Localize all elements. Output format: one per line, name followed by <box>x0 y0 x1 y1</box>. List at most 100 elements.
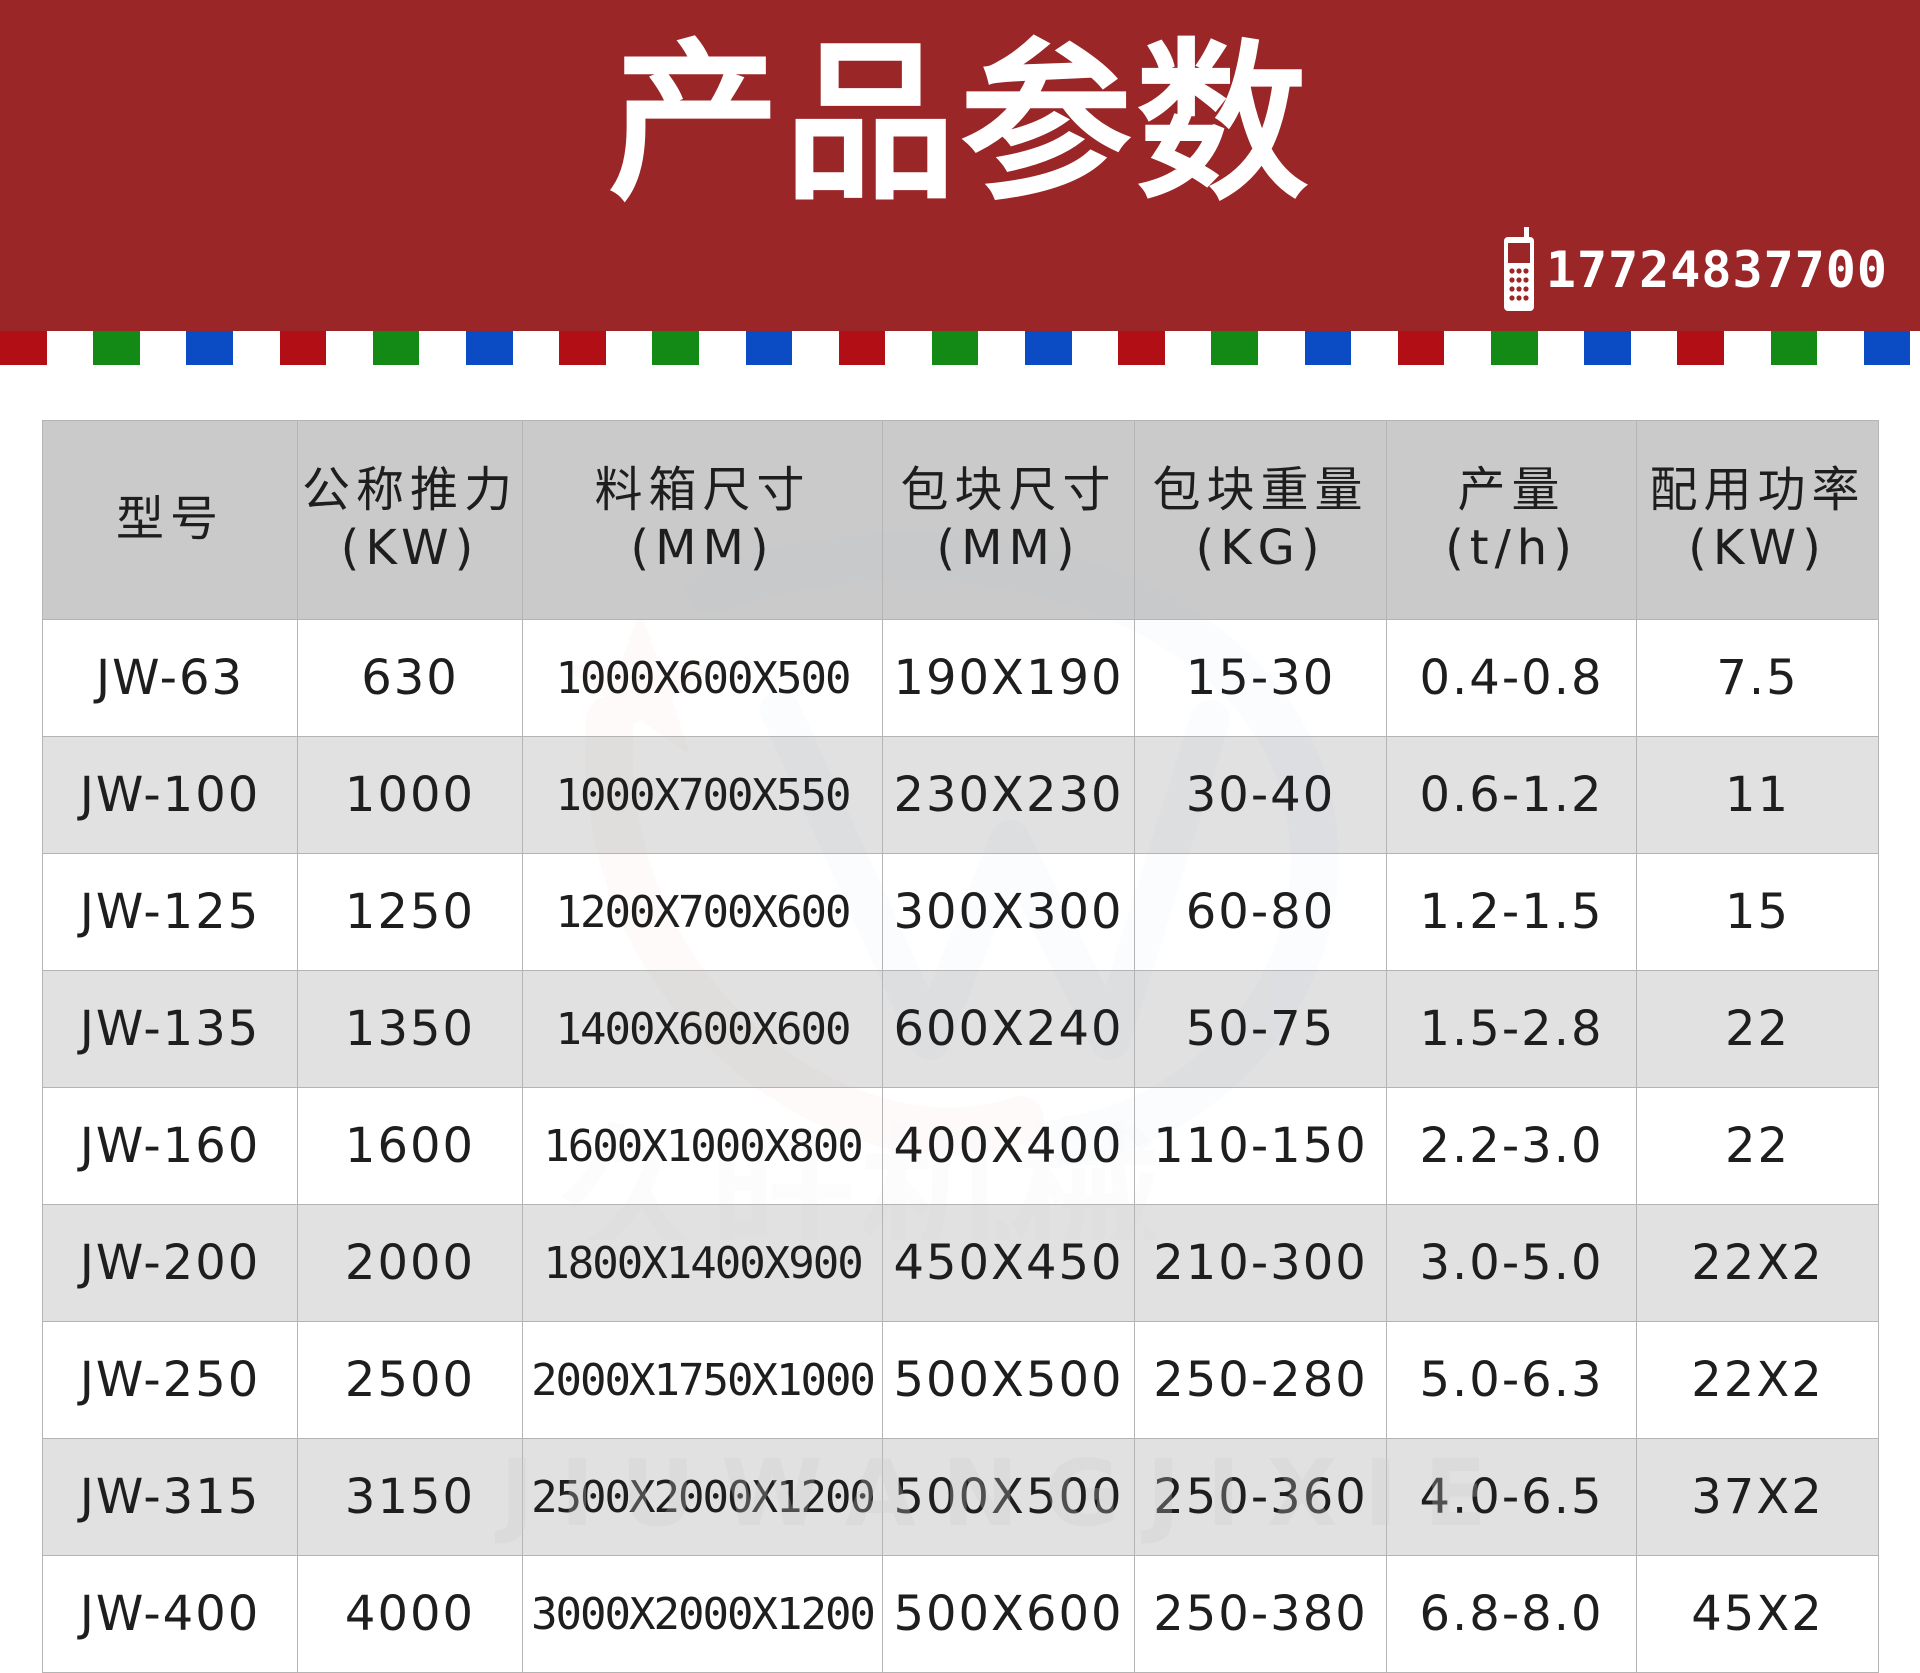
header-banner: 产品参数 17724837700 <box>0 0 1920 331</box>
column-header-line1: 包块重量 <box>1152 462 1369 519</box>
column-header-line2: (MM) <box>936 520 1081 576</box>
stripe-segment <box>1491 331 1538 365</box>
table-cell: 110-150 <box>1134 1087 1387 1205</box>
column-header-line2: (t/h) <box>1445 520 1578 576</box>
column-header: 公称推力 (KW) <box>297 420 523 620</box>
phone-number: 17724837700 <box>1545 241 1888 299</box>
table-cell: 0.6-1.2 <box>1386 736 1637 854</box>
decorative-stripe <box>0 331 1920 365</box>
stripe-segment <box>1584 331 1631 365</box>
stripe-segment <box>1164 331 1212 365</box>
stripe-segment <box>1071 331 1119 365</box>
table-cell: 5.0-6.3 <box>1386 1321 1637 1439</box>
table-cell: 500X500 <box>882 1321 1135 1439</box>
stripe-segment <box>652 331 699 365</box>
column-header-line1: 产量 <box>1457 462 1566 519</box>
stripe-segment <box>512 331 560 365</box>
stripe-segment <box>93 331 140 365</box>
table-cell: 1000 <box>297 736 523 854</box>
table-cell: 250-280 <box>1134 1321 1387 1439</box>
table-cell: JW-63 <box>42 619 298 737</box>
column-header-line2: (KW) <box>340 520 480 576</box>
table-cell: 30-40 <box>1134 736 1387 854</box>
table-cell: 1600 <box>297 1087 523 1205</box>
stripe-segment <box>1397 331 1445 365</box>
table-cell: 2.2-3.0 <box>1386 1087 1637 1205</box>
mobile-phone-icon <box>1503 227 1534 311</box>
table-cell: 15 <box>1636 853 1879 971</box>
table-cell: 1350 <box>297 970 523 1088</box>
stripe-segment <box>698 331 746 365</box>
column-header-line2: (KG) <box>1195 520 1326 576</box>
table-cell: 2500X2000X1200 <box>522 1438 883 1556</box>
table-cell: JW-200 <box>42 1204 298 1322</box>
stripe-segment <box>605 331 653 365</box>
stripe-segment <box>1770 331 1818 365</box>
stripe-segment <box>885 331 932 365</box>
stripe-segment <box>46 331 94 365</box>
stripe-segment <box>465 331 513 365</box>
table-cell: JW-125 <box>42 853 298 971</box>
table-cell: JW-100 <box>42 736 298 854</box>
table-cell: 4.0-6.5 <box>1386 1438 1637 1556</box>
table-cell: JW-250 <box>42 1321 298 1439</box>
stripe-segment <box>792 331 839 365</box>
table-cell: JW-135 <box>42 970 298 1088</box>
table-cell: 7.5 <box>1636 619 1879 737</box>
table-row: JW-400 4000 3000X2000X1200 500X600 250-380 6.… <box>42 1555 1879 1673</box>
table-row: JW-100 1000 1000X700X550 230X230 30-40 0.6-1.… <box>42 736 1879 854</box>
stripe-segment <box>1118 331 1165 365</box>
stripe-segment <box>978 331 1026 365</box>
table-cell: 450X450 <box>882 1204 1135 1322</box>
table-header-row: 型号 公称推力 (KW) 料箱尺寸 (MM) 包块尺寸 (MM) 包块重量 (KG) 产量 (t/h… <box>42 420 1879 620</box>
table-cell: 3.0-5.0 <box>1386 1204 1637 1322</box>
column-header: 包块重量 (KG) <box>1134 420 1387 620</box>
table-row: JW-315 3150 2500X2000X1200 500X500 250-360 4.… <box>42 1438 1879 1556</box>
column-header-line2: (MM) <box>630 520 775 576</box>
stripe-segment <box>1910 331 1920 365</box>
table-cell: 2000 <box>297 1204 523 1322</box>
stripe-segment <box>1537 331 1585 365</box>
table-cell: 22X2 <box>1636 1204 1879 1322</box>
table-cell: 630 <box>297 619 523 737</box>
table-cell: 1.5-2.8 <box>1386 970 1637 1088</box>
table-cell: 50-75 <box>1134 970 1387 1088</box>
stripe-segment <box>1304 331 1352 365</box>
table-cell: 1.2-1.5 <box>1386 853 1637 971</box>
column-header-line1: 配用功率 <box>1649 462 1866 519</box>
table-cell: JW-315 <box>42 1438 298 1556</box>
table-cell: 500X600 <box>882 1555 1135 1673</box>
table-cell: 22 <box>1636 1087 1879 1205</box>
table-cell: 1400X600X600 <box>522 970 883 1088</box>
table-cell: 190X190 <box>882 619 1135 737</box>
table-cell: 6.8-8.0 <box>1386 1555 1637 1673</box>
table-cell: 1000X600X500 <box>522 619 883 737</box>
stripe-segment <box>745 331 793 365</box>
table-cell: 45X2 <box>1636 1555 1879 1673</box>
table-cell: 1600X1000X800 <box>522 1087 883 1205</box>
table-cell: 250-360 <box>1134 1438 1387 1556</box>
table-cell: 22 <box>1636 970 1879 1088</box>
column-header-line1: 型号 <box>115 491 224 548</box>
table-cell: 2500 <box>297 1321 523 1439</box>
column-header-line1: 包块尺寸 <box>900 462 1117 519</box>
table-cell: JW-160 <box>42 1087 298 1205</box>
stripe-segment <box>1025 331 1072 365</box>
stripe-segment <box>186 331 233 365</box>
stripe-segment <box>1444 331 1491 365</box>
phone-contact: 17724837700 <box>1502 226 1888 314</box>
stripe-segment <box>559 331 606 365</box>
table-cell: 1200X700X600 <box>522 853 883 971</box>
table-cell: 22X2 <box>1636 1321 1879 1439</box>
params-table-wrapper: 型号 公称推力 (KW) 料箱尺寸 (MM) 包块尺寸 (MM) 包块重量 (KG) 产量 (t/h… <box>42 420 1879 1673</box>
stripe-segment <box>1258 331 1305 365</box>
table-cell: 600X240 <box>882 970 1135 1088</box>
column-header-line1: 公称推力 <box>301 462 518 519</box>
table-cell: 3150 <box>297 1438 523 1556</box>
column-header-line1: 料箱尺寸 <box>594 462 811 519</box>
stripe-segment <box>1863 331 1911 365</box>
table-row: JW-250 2500 2000X1750X1000 500X500 250-280 5.… <box>42 1321 1879 1439</box>
table-cell: 2000X1750X1000 <box>522 1321 883 1439</box>
table-cell: 250-380 <box>1134 1555 1387 1673</box>
stripe-segment <box>1677 331 1724 365</box>
